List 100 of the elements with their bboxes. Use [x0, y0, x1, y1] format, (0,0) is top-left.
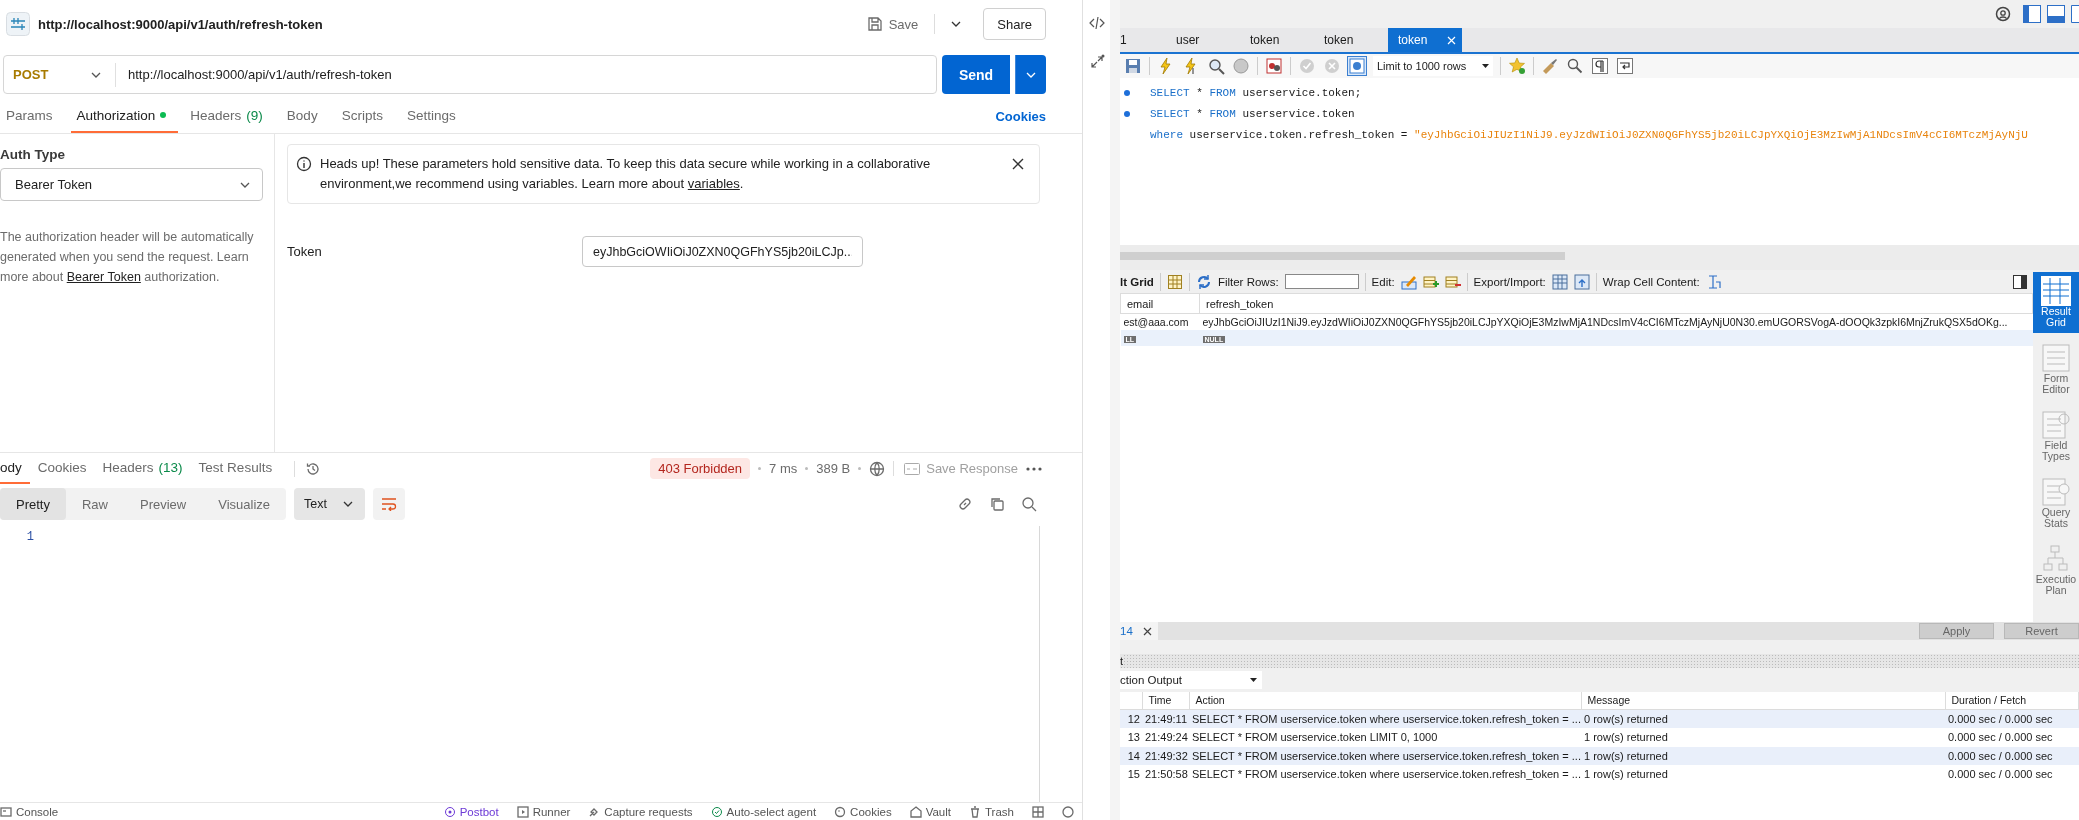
learn-more-link[interactable]: Bearer Token: [66, 270, 141, 284]
more-icon[interactable]: [1026, 466, 1042, 471]
table-cell: 21:49:32: [1142, 746, 1189, 765]
footer-link[interactable]: Capture requests: [588, 805, 693, 818]
response-tab[interactable]: Headers (13): [102, 453, 191, 484]
play-icon: [516, 805, 529, 818]
query-tab[interactable]: token: [1314, 28, 1388, 52]
delete-row-icon[interactable]: [1444, 273, 1461, 290]
auth-type-dropdown[interactable]: Bearer Token: [0, 168, 263, 201]
layout-icon[interactable]: [2047, 5, 2065, 23]
column-header: Time: [1142, 692, 1189, 709]
side-panel-tab[interactable]: Form Editor: [2033, 339, 2079, 400]
view-mode-tab[interactable]: Preview: [124, 488, 203, 520]
wrap-label: Wrap Cell Content:: [1602, 275, 1700, 288]
globe-icon[interactable]: [869, 460, 886, 477]
response-tab[interactable]: ody: [0, 453, 30, 484]
view-mode-tab[interactable]: Pretty: [0, 488, 66, 520]
footer-link[interactable]: Vault: [909, 805, 951, 818]
history-icon[interactable]: [305, 460, 322, 477]
edit-label: Edit:: [1371, 275, 1395, 288]
request-tab[interactable]: Scripts: [335, 99, 395, 133]
view-mode-tab[interactable]: Raw: [65, 488, 124, 520]
check-icon[interactable]: [1298, 57, 1316, 75]
response-tab[interactable]: Test Results: [198, 453, 281, 484]
search-icon[interactable]: [1021, 496, 1037, 512]
panel-icon[interactable]: [2013, 274, 2027, 289]
url-field[interactable]: http://localhost:9000/api/v1/auth/refresh-token: [116, 66, 936, 83]
request-tab[interactable]: Authorization: [70, 99, 179, 133]
column-header: Message: [1581, 692, 1945, 709]
wrap-lines-button[interactable]: [372, 488, 405, 520]
table-cell: eyJhbGciOiJIUzI1NiJ9.eyJzdWIiOiJ0ZXN0QGFhYS5jb20iLCJpYXQiOjE3MzIwMjA1NDcsImV4cCI6MTczMjAyNjU0N30.emUGORSVogA-dOOQk3zpkI6MnjZrukQSX5dOKg...: [1199, 313, 2033, 330]
view-mode-tab[interactable]: Visualize: [202, 488, 287, 520]
copy-icon[interactable]: [989, 496, 1005, 512]
toggle-icon[interactable]: [1348, 57, 1366, 75]
response-tab[interactable]: Cookies: [37, 453, 95, 484]
request-tab[interactable]: Params: [0, 99, 65, 133]
format-dropdown[interactable]: Text: [294, 488, 365, 520]
layout-icon[interactable]: [1032, 805, 1044, 818]
footer-link[interactable]: Postbot: [443, 805, 499, 818]
footer-link[interactable]: Trash: [969, 805, 1014, 818]
layout-icon[interactable]: [2023, 5, 2041, 23]
revert-button[interactable]: Revert: [2004, 623, 2079, 639]
save-icon: [866, 16, 883, 32]
url-bar[interactable]: POST http://localhost:9000/api/v1/auth/refresh-token: [3, 55, 937, 94]
export-label: Export/Import:: [1473, 275, 1546, 288]
side-panel-tab[interactable]: Query Stats: [2033, 473, 2079, 534]
layout-icon[interactable]: [2071, 5, 2079, 23]
code-icon[interactable]: [1088, 16, 1105, 30]
share-button[interactable]: Share: [983, 8, 1046, 40]
settings-icon[interactable]: [1995, 6, 2011, 22]
wrap-icon[interactable]: [1616, 57, 1634, 75]
refresh-icon[interactable]: [1195, 273, 1212, 290]
request-tab[interactable]: Settings: [400, 99, 468, 133]
code-line: SELECT * FROM userservice.token: [1150, 107, 1355, 120]
result-tab[interactable]: 14: [1120, 622, 1158, 640]
chevron-icon: [91, 71, 101, 78]
add-row-icon[interactable]: [1422, 273, 1439, 290]
query-tab[interactable]: token: [1240, 28, 1314, 52]
brush-icon[interactable]: [1541, 57, 1559, 75]
link-icon[interactable]: [957, 496, 973, 512]
method-dropdown[interactable]: POST: [4, 62, 116, 87]
bot-icon: [443, 805, 456, 818]
footer-link[interactable]: Runner: [516, 805, 571, 818]
request-tab[interactable]: Headers (9): [184, 99, 275, 133]
query-tab[interactable]: token: [1388, 28, 1462, 52]
send-button[interactable]: Send: [942, 55, 1010, 94]
grid-icon[interactable]: [1166, 273, 1183, 290]
side-panel-tab[interactable]: Field Types: [2033, 406, 2079, 467]
export-icon[interactable]: [1551, 273, 1568, 290]
toggle-icon[interactable]: [1265, 57, 1283, 75]
magnifier-icon[interactable]: [1207, 57, 1225, 75]
footer-link[interactable]: Auto-select agent: [710, 805, 817, 818]
save-button[interactable]: Save: [858, 10, 927, 38]
auth-description: The authorization header will be automatically generated when you send the request. Learn more about Bearer Token authorization.: [0, 229, 255, 286]
variables-link[interactable]: variables: [687, 176, 740, 191]
footer-link[interactable]: Cookies: [834, 805, 892, 818]
close-icon[interactable]: [1011, 157, 1025, 171]
side-panel-tab[interactable]: Executio Plan: [2033, 540, 2079, 601]
token-field[interactable]: eyJhbGciOWIiOiJ0ZXN0QGFhYS5jb20iLCJp...: [582, 236, 863, 267]
close-icon[interactable]: [1142, 626, 1152, 636]
wrap-icon: [380, 497, 397, 511]
star-icon[interactable]: [1508, 57, 1526, 75]
apply-button[interactable]: Apply: [1919, 623, 1994, 639]
import-icon[interactable]: [1573, 273, 1590, 290]
query-tab[interactable]: user: [1166, 28, 1240, 52]
output-selector[interactable]: ction Output: [1120, 671, 1262, 689]
search-icon[interactable]: [1566, 57, 1584, 75]
side-panel-tab[interactable]: Result Grid: [2033, 272, 2079, 333]
code-line: SELECT * FROM userservice.token;: [1150, 86, 1362, 99]
console-icon: [0, 805, 12, 818]
footer-link[interactable]: Console: [0, 805, 59, 818]
request-tab[interactable]: Body: [280, 99, 330, 133]
cookies-link[interactable]: Cookies: [995, 108, 1046, 124]
limit-dropdown[interactable]: Limit to 1000 rows: [1373, 56, 1493, 76]
filter-field[interactable]: [1284, 274, 1359, 289]
query-tab[interactable]: 1: [1120, 28, 1166, 52]
pilcrow-icon[interactable]: [1591, 57, 1609, 75]
save-icon[interactable]: [1124, 57, 1142, 75]
edit-icon[interactable]: [1400, 273, 1417, 290]
arrows-icon[interactable]: [1088, 54, 1105, 70]
